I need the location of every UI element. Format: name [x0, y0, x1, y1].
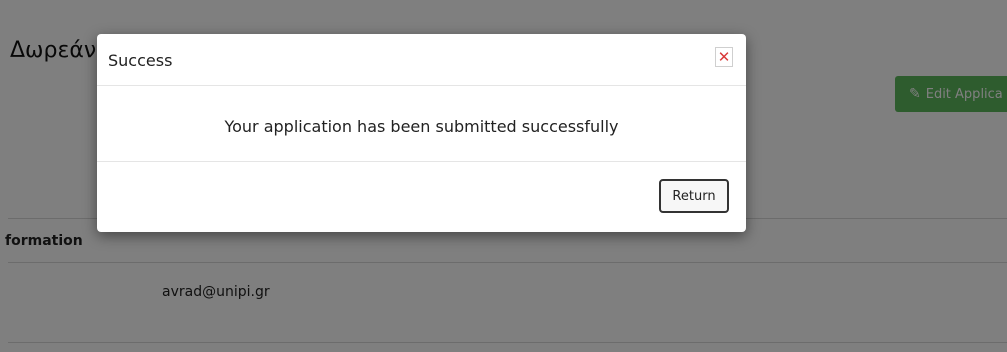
modal-footer: Return [97, 162, 746, 232]
close-button[interactable]: ✕ [715, 47, 733, 67]
success-modal: Success ✕ Your application has been subm… [97, 34, 746, 232]
close-icon: ✕ [717, 47, 731, 66]
modal-title: Success [108, 51, 173, 70]
modal-header: Success ✕ [97, 34, 746, 86]
return-button[interactable]: Return [659, 179, 729, 213]
modal-body: Your application has been submitted succ… [97, 86, 746, 162]
success-message: Your application has been submitted succ… [224, 117, 619, 136]
